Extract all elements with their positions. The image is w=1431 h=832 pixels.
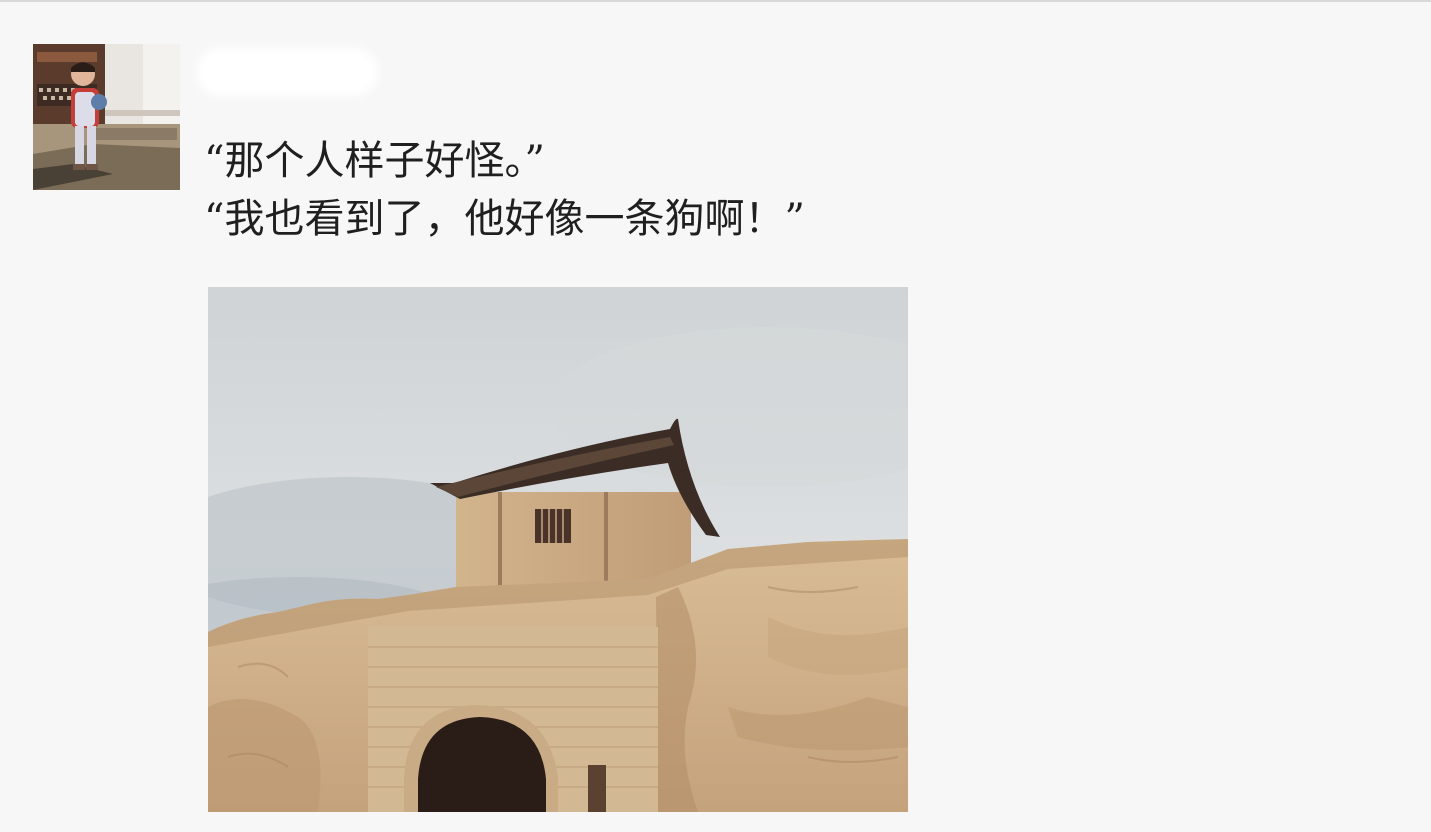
fortress-gate-photo (208, 287, 908, 812)
redaction-smear (196, 48, 378, 96)
post-text-line-2: “我也看到了，他好像一条狗啊！” (204, 196, 805, 242)
post-text-line-1: “那个人样子好怪。” (204, 138, 545, 184)
author-avatar[interactable] (33, 44, 180, 190)
post-text: “那个人样子好怪。” “我也看到了，他好像一条狗啊！” (204, 132, 1104, 248)
post-photo[interactable] (208, 287, 908, 812)
top-divider (0, 0, 1431, 2)
author-name[interactable] (196, 44, 386, 104)
avatar-photo (33, 44, 180, 190)
